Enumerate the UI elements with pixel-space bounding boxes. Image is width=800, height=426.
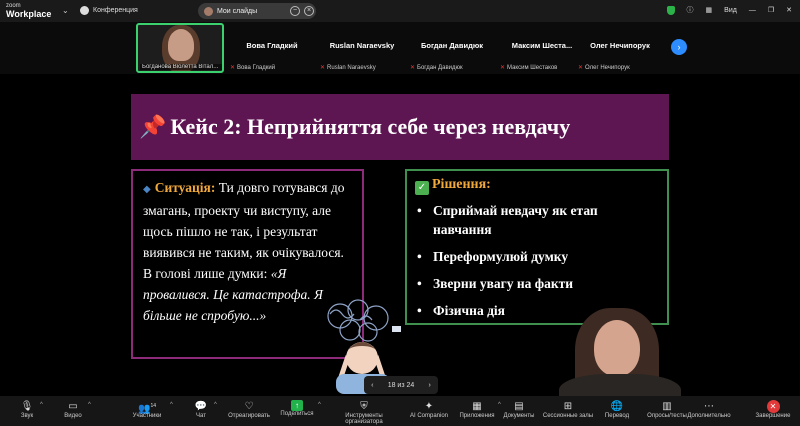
end-call-icon: ✕ — [766, 400, 780, 413]
globe-icon: 🌐 — [610, 401, 624, 412]
prev-slide-icon[interactable]: ‹ — [371, 382, 373, 389]
docs-button[interactable]: ▤ Документы — [494, 400, 544, 419]
situation-text: Ти довго готувався до змагань, проекту ч… — [143, 180, 345, 281]
view-button[interactable]: Вид — [724, 7, 737, 14]
translate-button[interactable]: 🌐 Перевод — [592, 400, 642, 419]
end-meeting-button[interactable]: ✕ Завершение — [748, 400, 798, 419]
host-tools-button[interactable]: ⛨ Инструменты организатора — [326, 400, 402, 425]
next-page-button[interactable]: › — [671, 39, 687, 55]
participants-button[interactable]: 👥14 Участники — [122, 400, 172, 419]
shield-icon: ⛨ — [360, 401, 368, 412]
participant-label: ✕ Богдан Давидюк — [410, 64, 463, 72]
self-name: Богданова Віолетта Вітал... — [140, 64, 222, 70]
pushpin-icon: 📌 — [139, 114, 167, 139]
logo-bottom-text: Workplace — [6, 9, 52, 19]
participant-name: Олег Нечипорук — [590, 41, 650, 50]
share-options-caret[interactable]: ^ — [318, 402, 321, 408]
more-button[interactable]: ⋯ Дополнительно — [684, 400, 734, 419]
sparkle-icon: ✦ — [424, 401, 434, 412]
screen-share-indicator[interactable]: Мои слайды − × — [198, 3, 316, 19]
page-indicator: 18 из 24 — [387, 381, 415, 389]
checkmark-icon: ✓ — [415, 181, 429, 195]
presenter-video — [555, 304, 685, 396]
meeting-toolbar: 🎙 Звук ^ ▭ Видео ^ 👥14 Участники ^ 💬 Чат ^ ♡… — [0, 396, 800, 426]
breakout-rooms-icon: ⊞ — [563, 401, 573, 412]
security-shield-icon[interactable] — [666, 5, 675, 15]
participant-tile[interactable]: Олег Нечипорук ✕ Олег Нечипорук — [576, 23, 664, 73]
shared-slide: 📌 Кейс 2: Неприйняття себе через невдачу… — [0, 74, 800, 396]
share-screen-icon: ↑ — [291, 400, 303, 411]
document-icon: ▤ — [514, 401, 524, 412]
mic-muted-icon: ✕ — [578, 65, 584, 71]
mic-muted-icon: ✕ — [500, 65, 506, 71]
audio-button[interactable]: 🎙 Звук — [2, 400, 52, 419]
participant-tile[interactable]: Вова Гладкий ✕ Вова Гладкий — [228, 23, 316, 73]
heart-icon: ♡ — [244, 401, 254, 412]
maximize-icon[interactable]: ❐ — [768, 6, 774, 14]
presenter-body — [559, 374, 681, 396]
title-bar: zoom Workplace ⌄ Конференция Мои слайды … — [0, 0, 800, 22]
zoom-logo: zoom Workplace — [6, 2, 52, 19]
meeting-icon — [80, 6, 89, 15]
participant-tile[interactable]: Максим Шеста... ✕ Максим Шестаков — [498, 23, 586, 73]
audio-options-caret[interactable]: ^ — [40, 402, 43, 408]
video-face — [168, 29, 194, 61]
window-close-icon[interactable]: ✕ — [786, 6, 792, 14]
participant-label: ✕ Максим Шестаков — [500, 64, 558, 72]
chat-button[interactable]: 💬 Чат — [176, 400, 226, 419]
mic-muted-icon: ✕ — [320, 65, 326, 71]
minus-icon[interactable]: − — [290, 6, 300, 16]
more-icon: ⋯ — [704, 401, 714, 412]
chevron-down-icon[interactable]: ⌄ — [62, 6, 69, 15]
ai-companion-button[interactable]: ✦ AI Companion — [404, 400, 454, 419]
sharer-avatar — [204, 6, 213, 16]
solution-box: ✓Рішення: Сприймай невдачу як етап навча… — [405, 169, 669, 325]
participant-tile[interactable]: Ruslan Naraevsky ✕ Ruslan Naraevsky — [318, 23, 406, 73]
video-options-caret[interactable]: ^ — [88, 402, 91, 408]
presenter-face — [594, 320, 640, 376]
participant-tile[interactable]: Богдан Давидюк ✕ Богдан Давидюк — [408, 23, 496, 73]
situation-heading: Ситуація: — [154, 180, 216, 195]
participant-strip: Богданова Віолетта Вітал... Вова Гладкий… — [0, 22, 800, 74]
mic-muted-icon: ✕ — [230, 65, 236, 71]
participant-label: ✕ Олег Нечипорук — [578, 64, 630, 72]
title-banner: 📌 Кейс 2: Неприйняття себе через невдачу — [131, 94, 669, 160]
participant-label: ✕ Вова Гладкий — [230, 64, 276, 72]
react-button[interactable]: ♡ Отреагировать — [224, 400, 274, 419]
participant-name: Ruslan Naraevsky — [329, 41, 395, 50]
diamond-icon: ◆ — [143, 184, 151, 195]
window-controls: ⓘ ▦ Вид — ❐ ✕ — [666, 5, 792, 15]
info-icon[interactable]: ⓘ — [687, 5, 694, 15]
participant-label: ✕ Ruslan Naraevsky — [320, 64, 376, 72]
solution-heading: Рішення: — [432, 177, 491, 192]
grid-view-icon[interactable]: ▦ — [706, 6, 713, 14]
share-button[interactable]: ↑ Поделиться — [272, 400, 322, 417]
meeting-label: Конференция — [93, 7, 138, 14]
participant-name: Вова Гладкий — [246, 41, 298, 50]
solution-item: Зверни увагу на факти — [415, 274, 659, 293]
slide-title: Кейс 2: Неприйняття себе через невдачу — [170, 114, 571, 139]
meeting-menu[interactable]: Конференция — [80, 6, 138, 15]
solution-list: Сприймай невдачу як етап навчання Перефо… — [415, 201, 659, 320]
solution-item: Переформулюй думку — [415, 247, 659, 266]
next-slide-icon[interactable]: › — [429, 382, 431, 389]
chat-icon: 💬 — [194, 401, 208, 412]
chat-options-caret[interactable]: ^ — [214, 402, 217, 408]
close-icon[interactable]: × — [304, 6, 314, 16]
microphone-icon: 🎙 — [20, 401, 34, 412]
slide-navigator: ‹ 18 из 24 › — [364, 376, 438, 394]
active-speaker-tile[interactable]: Богданова Віолетта Вітал... — [136, 23, 224, 73]
breakout-rooms-button[interactable]: ⊞ Сессионные залы — [538, 400, 598, 419]
participant-name: Максим Шеста... — [511, 41, 573, 50]
mic-muted-icon: ✕ — [410, 65, 416, 71]
participants-icon: 👥14 — [137, 403, 156, 415]
share-title: Мои слайды — [217, 7, 258, 15]
participants-options-caret[interactable]: ^ — [170, 402, 173, 408]
minimize-icon[interactable]: — — [749, 7, 756, 14]
solution-item: Сприймай невдачу як етап навчання — [415, 201, 659, 239]
participant-name: Богдан Давидюк — [420, 41, 483, 50]
